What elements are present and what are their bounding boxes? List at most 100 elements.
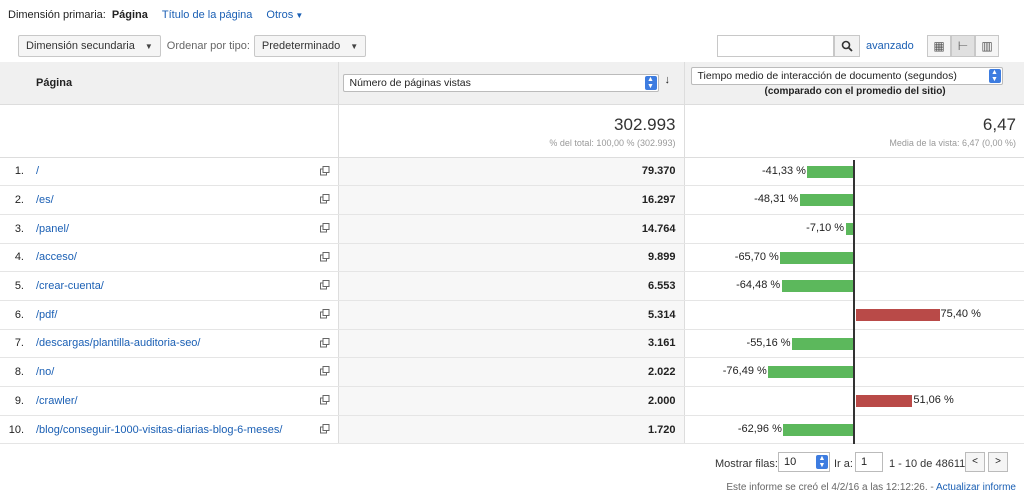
row-page: /crawler/ <box>30 386 339 416</box>
negative-bar <box>792 337 854 350</box>
primary-dimension-label: Dimensión primaria: <box>8 9 106 21</box>
goto-label: Ir a: <box>834 458 853 470</box>
table-view-button[interactable]: ▦ <box>927 35 951 57</box>
page-link[interactable]: /no/ <box>36 366 54 378</box>
open-external-icon[interactable] <box>319 165 330 176</box>
sort-arrow-icon[interactable]: ↓ <box>665 74 671 86</box>
open-external-icon[interactable] <box>319 366 330 376</box>
table-row: 10. /blog/conseguir-1000-visitas-diarias-… <box>0 415 1024 445</box>
chevron-down-icon: ▼ <box>295 11 304 20</box>
next-page-button[interactable]: > <box>988 452 1008 472</box>
select-spinner-icon: ▲ ▼ <box>988 69 1001 83</box>
negative-bar <box>780 251 854 264</box>
row-index: 5. <box>0 271 30 301</box>
page-link[interactable]: / <box>36 165 39 177</box>
search-icon <box>841 40 853 52</box>
header-metric2: Tiempo medio de interacción de documento… <box>684 62 1024 105</box>
select-spinner-icon: ▲ ▼ <box>816 455 828 469</box>
dimension-page-title[interactable]: Título de la página <box>162 9 253 21</box>
chevron-down-icon: ▼ <box>144 41 153 51</box>
table-controls: Dimensión secundaria ▼ Ordenar por tipo: … <box>0 30 1024 62</box>
order-value: Predeterminado <box>261 40 341 52</box>
summary-index <box>0 104 30 158</box>
rows-per-page-select[interactable]: 10 ▲ ▼ <box>778 452 830 472</box>
open-external-icon[interactable] <box>319 395 330 405</box>
negative-bar <box>781 280 854 293</box>
negative-bar <box>783 423 854 436</box>
page-link[interactable]: /panel/ <box>36 223 69 235</box>
avg-total: 6,47 <box>982 114 1016 134</box>
summary-views: 302.993 % del total: 100,00 % (302.993) <box>338 104 685 158</box>
advanced-filter-link[interactable]: avanzado <box>866 40 914 52</box>
table-row: 6. /pdf/5.314 75,40 % <box>0 300 1024 330</box>
pivot-icon: ▥ <box>981 39 993 53</box>
page-link[interactable]: /blog/conseguir-1000-visitas-diarias-blo… <box>36 424 282 436</box>
avg-total-sub: Media de la vista: 6,47 (0,00 %) <box>889 137 1016 148</box>
comparison-percent: -76,49 % <box>722 365 767 378</box>
prev-page-button[interactable]: < <box>965 452 985 472</box>
table-row: 2. /es/16.297 -48,31 % <box>0 185 1024 215</box>
dimension-page-active[interactable]: Página <box>112 9 148 21</box>
header-metric1: Número de páginas vistas ▲ ▼ ↓ <box>338 62 685 105</box>
row-page: /es/ <box>30 185 339 215</box>
page-link[interactable]: /es/ <box>36 194 54 206</box>
table-header: Página Número de páginas vistas ▲ ▼ ↓ Tiem… <box>0 62 1024 105</box>
data-table: Página Número de páginas vistas ▲ ▼ ↓ Tiem… <box>0 62 1024 445</box>
page-link[interactable]: /crear-cuenta/ <box>36 280 104 292</box>
open-external-icon[interactable] <box>319 222 330 233</box>
row-page: / <box>30 157 339 187</box>
header-page[interactable]: Página <box>30 62 339 105</box>
search-button[interactable] <box>834 35 860 57</box>
rows-per-page-value: 10 <box>784 456 797 468</box>
metric1-select[interactable]: Número de páginas vistas ▲ ▼ <box>342 74 659 92</box>
comparison-percent: -48,31 % <box>754 193 799 206</box>
row-page: /crear-cuenta/ <box>30 271 339 301</box>
open-external-icon[interactable] <box>319 194 330 204</box>
summary-page <box>30 104 339 158</box>
update-report-link[interactable]: Actualizar informe <box>936 482 1016 493</box>
select-spinner-icon: ▲ ▼ <box>644 76 657 90</box>
secondary-dimension-dropdown[interactable]: Dimensión secundaria ▼ <box>18 35 161 57</box>
open-external-icon[interactable] <box>319 308 330 319</box>
positive-bar <box>855 308 940 321</box>
page-link[interactable]: /descargas/plantilla-auditoria-seo/ <box>36 337 200 349</box>
positive-bar <box>855 395 913 407</box>
metric2-select[interactable]: Tiempo medio de interacción de documento… <box>690 67 1003 85</box>
comparison-percent: -64,48 % <box>736 279 781 292</box>
open-external-icon[interactable] <box>319 423 330 434</box>
open-external-icon[interactable] <box>319 251 330 262</box>
comparison-view-button[interactable]: ⊢ <box>951 35 975 57</box>
dimension-others[interactable]: Otros ▼ <box>266 9 303 21</box>
page-link[interactable]: /crawler/ <box>36 395 78 407</box>
chevron-down-icon: ▼ <box>350 41 359 51</box>
row-views: 16.297 <box>338 185 685 215</box>
row-page: /no/ <box>30 357 339 387</box>
row-index: 3. <box>0 214 30 244</box>
search-input[interactable] <box>717 35 834 57</box>
row-page: /acceso/ <box>30 243 339 273</box>
negative-bar <box>807 165 854 178</box>
page-link[interactable]: /pdf/ <box>36 309 57 321</box>
row-views: 79.370 <box>338 157 685 187</box>
open-external-icon[interactable] <box>319 337 330 348</box>
comparison-percent: -41,33 % <box>761 164 806 177</box>
comparison-percent: -62,96 % <box>737 422 782 435</box>
views-total-sub: % del total: 100,00 % (302.993) <box>549 137 676 148</box>
page-link[interactable]: /acceso/ <box>36 251 77 263</box>
row-index: 9. <box>0 386 30 416</box>
row-views: 2.000 <box>338 386 685 416</box>
open-external-icon[interactable] <box>319 280 330 290</box>
order-dropdown[interactable]: Predeterminado ▼ <box>253 35 367 57</box>
row-views: 2.022 <box>338 357 685 387</box>
table-row: 3. /panel/14.764 -7,10 % <box>0 214 1024 244</box>
table-row: 7. /descargas/plantilla-auditoria-seo/3.1… <box>0 329 1024 359</box>
comparison-percent: -65,70 % <box>734 250 779 263</box>
table-row: 5. /crear-cuenta/6.553 -64,48 % <box>0 271 1024 301</box>
grid-icon: ▦ <box>933 39 945 53</box>
show-rows-label: Mostrar filas: <box>715 458 778 470</box>
views-total: 302.993 <box>614 114 676 134</box>
table-row: 9. /crawler/2.000 51,06 % <box>0 386 1024 416</box>
pivot-view-button[interactable]: ▥ <box>975 35 999 57</box>
goto-input[interactable]: 1 <box>855 452 883 472</box>
row-views: 6.553 <box>338 271 685 301</box>
